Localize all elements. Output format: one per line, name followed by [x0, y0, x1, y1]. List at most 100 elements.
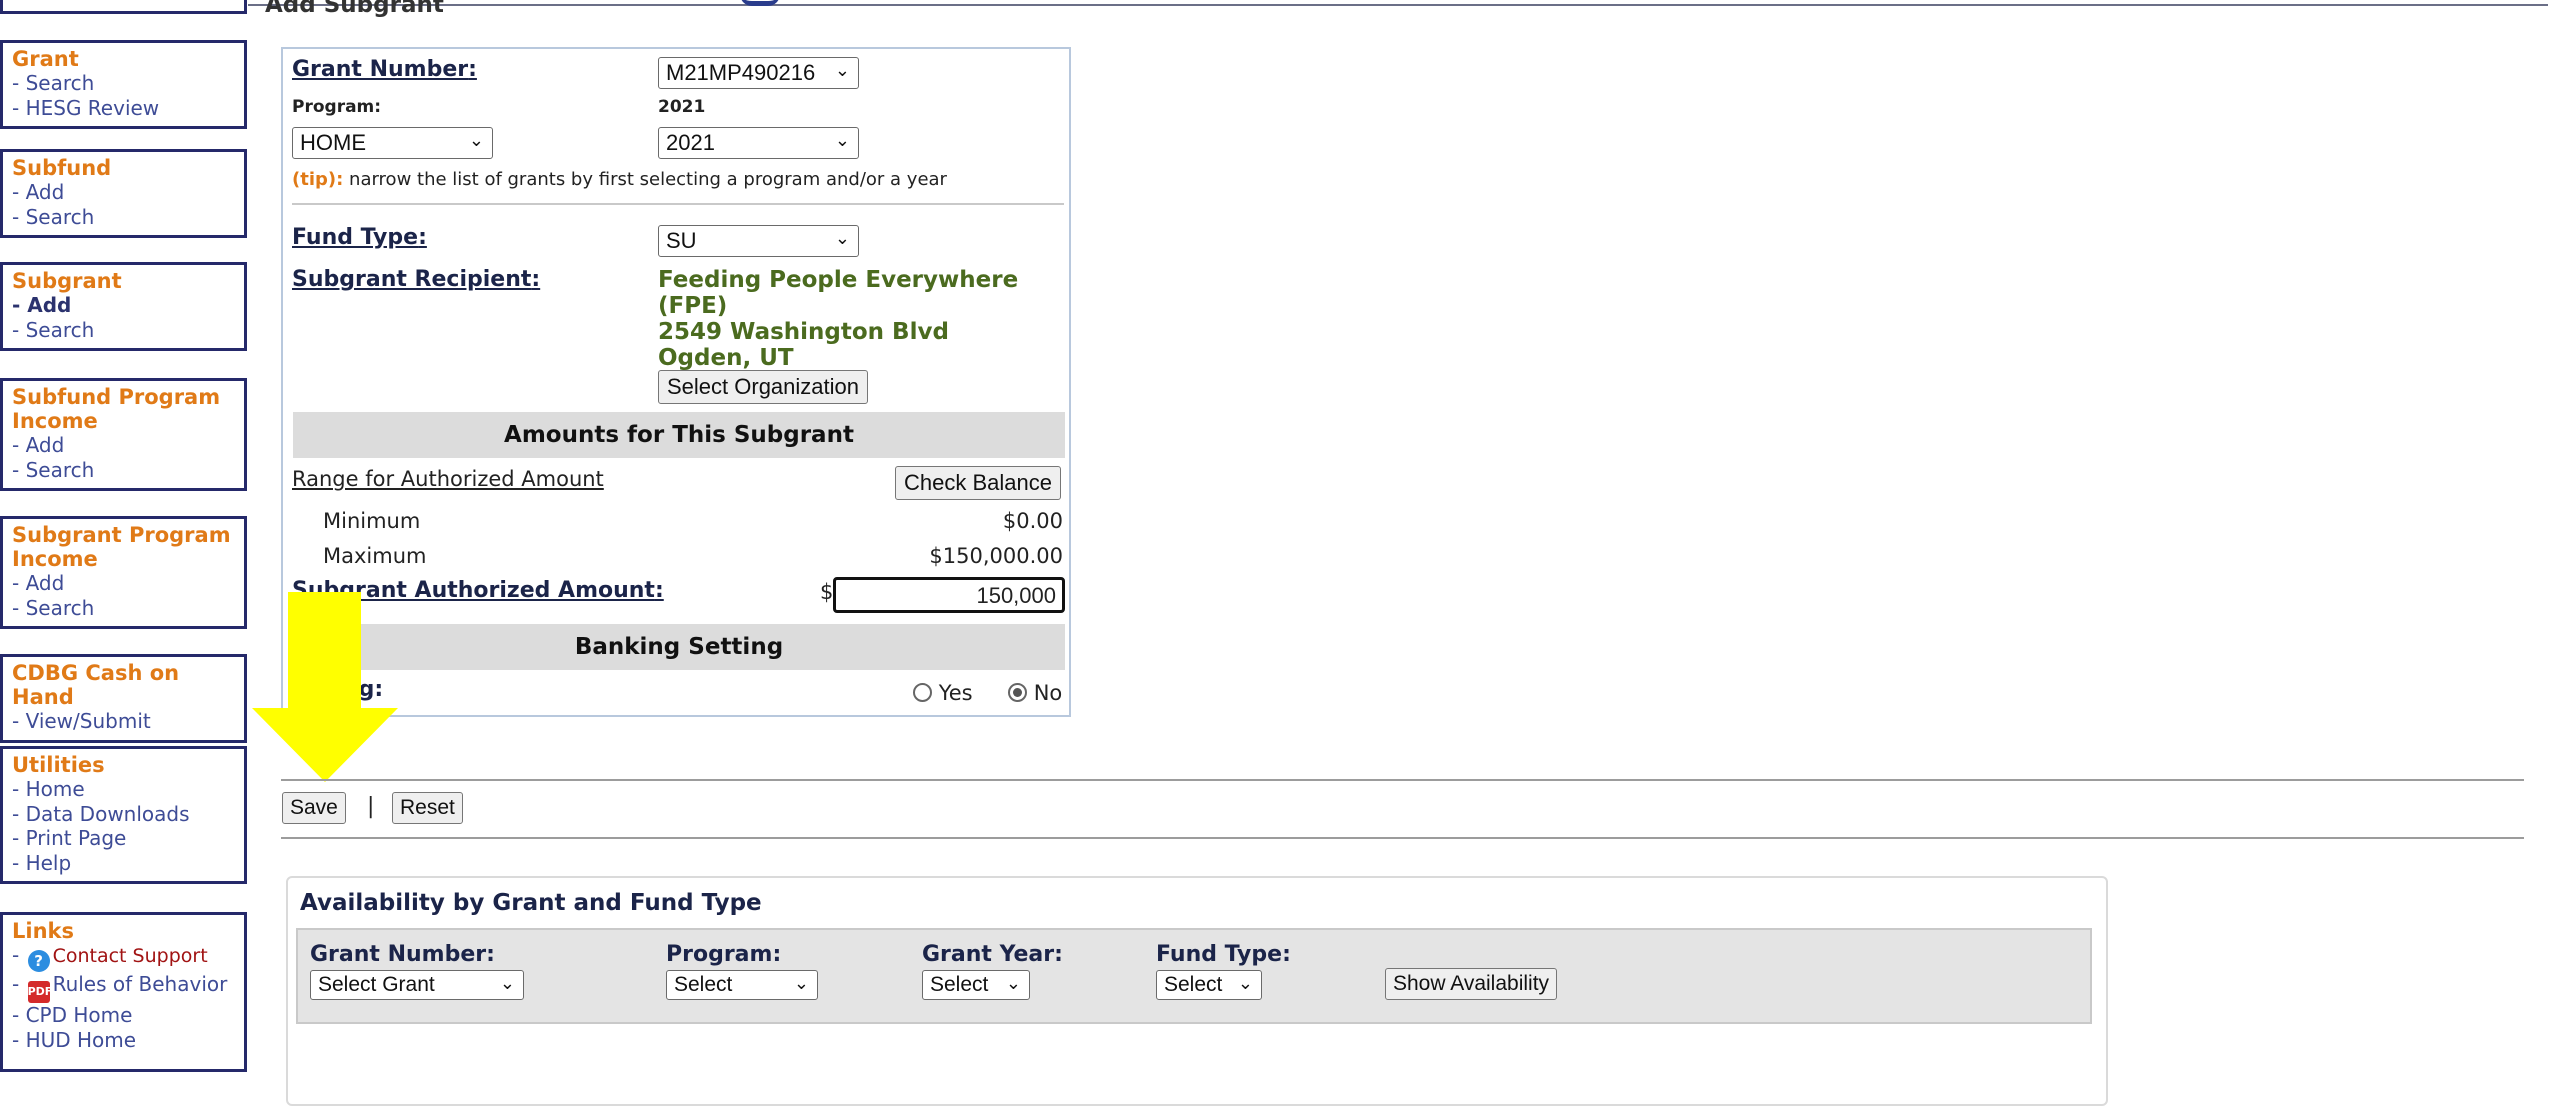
banking-no-option[interactable]: No [1008, 681, 1062, 705]
grant-year-select[interactable]: 2021 ⌄ [658, 127, 859, 159]
availability-panel: Availability by Grant and Fund Type Gran… [286, 876, 2108, 1106]
select-organization-button[interactable]: Select Organization [658, 370, 868, 404]
sidebar-section-cdbg-cash: CDBG Cash on Hand - View/Submit [0, 654, 247, 743]
recipient-city: Ogden, UT [658, 345, 794, 371]
sidebar-heading: Utilities [12, 753, 105, 777]
banking-yes-option[interactable]: Yes [913, 681, 973, 705]
sidebar-section-subfund-program-income: Subfund Program Income - Add - Search [0, 378, 247, 491]
avail-grant-number-label: Grant Number: [310, 942, 495, 967]
program-value: HOME [300, 130, 366, 155]
radio-yes[interactable] [913, 683, 932, 702]
maximum-value: $150,000.00 [929, 544, 1063, 568]
avail-fund-type-value: Select [1164, 973, 1223, 996]
avail-program-label: Program: [666, 942, 782, 967]
fund-type-label: Fund Type: [292, 225, 427, 250]
top-rule [248, 4, 2548, 6]
fund-type-select[interactable]: SU ⌄ [658, 225, 859, 257]
sidebar-link-print-page[interactable]: - Print Page [12, 826, 236, 851]
show-availability-button[interactable]: Show Availability [1385, 968, 1558, 1000]
check-balance-button[interactable]: Check Balance [895, 466, 1061, 500]
authorized-amount-input[interactable]: 150,000 [833, 577, 1065, 613]
sidebar-link-home[interactable]: - Home [12, 777, 236, 802]
avail-fund-type-select[interactable]: Select ⌄ [1156, 970, 1262, 1000]
avail-program-value: Select [674, 973, 733, 996]
sidebar-section-utilities: Utilities - Home - Data Downloads - Prin… [0, 746, 247, 884]
chevron-down-icon: ⌄ [499, 973, 515, 993]
avail-program-select[interactable]: Select ⌄ [666, 970, 818, 1000]
sidebar-heading: Grant [12, 47, 79, 71]
page-title: Add Subgrant [265, 0, 444, 18]
sidebar-link-hesg-review[interactable]: - HESG Review [12, 96, 236, 121]
sidebar-link-subgrant-add[interactable]: - Add [12, 293, 236, 318]
chevron-down-icon: ⌄ [834, 130, 850, 150]
sidebar-section-subfund: Subfund - Add - Search [0, 149, 247, 238]
action-top-rule [281, 779, 2524, 781]
chevron-down-icon: ⌄ [834, 228, 850, 248]
sidebar-link-grant-search[interactable]: - Search [12, 71, 236, 96]
program-label: Program: [292, 97, 382, 117]
reset-button[interactable]: Reset [392, 792, 463, 824]
save-button[interactable]: Save [282, 792, 346, 824]
maximum-label: Maximum [323, 544, 427, 568]
fund-type-value: SU [666, 228, 697, 253]
banking-header: Banking Setting [293, 624, 1065, 670]
tip-prefix: (tip): [292, 169, 344, 190]
grant-year-value: 2021 [666, 130, 715, 155]
sidebar-link-data-downloads[interactable]: - Data Downloads [12, 802, 236, 827]
sidebar-link-contact-support[interactable]: - ? Contact Support [12, 943, 236, 972]
sidebar-link-rules-of-behavior[interactable]: - PDFRules of Behavior [12, 972, 236, 1003]
chevron-down-icon: ⌄ [834, 60, 850, 80]
sidebar-link-sgpi-add[interactable]: - Add [12, 571, 236, 596]
sidebar-link-spi-add[interactable]: - Add [12, 433, 236, 458]
sidebar-heading: Subfund [12, 156, 112, 180]
help-icon: ? [27, 950, 50, 972]
avail-grant-year-label: Grant Year: [922, 942, 1063, 967]
sidebar-heading: Subgrant Program Income [12, 523, 231, 571]
avail-fund-type-label: Fund Type: [1156, 942, 1291, 967]
sidebar-link-hud-home[interactable]: - HUD Home [12, 1028, 236, 1053]
program-select[interactable]: HOME ⌄ [292, 127, 493, 159]
sidebar-section-subgrant: Subgrant - Add - Search [0, 262, 247, 351]
yes-label: Yes [938, 681, 973, 705]
sidebar-section-grant: Grant - Search - HESG Review [0, 40, 247, 129]
avail-grant-number-value: Select Grant [318, 973, 435, 996]
recipient-name: Feeding People Everywhere (FPE) [658, 267, 1019, 319]
action-separator: | [367, 794, 375, 819]
sidebar-link-subfund-add[interactable]: - Add [12, 180, 236, 205]
avail-grant-year-value: Select [930, 973, 989, 996]
grant-number-label-text: Grant Number [292, 57, 469, 82]
sidebar-link-subfund-search[interactable]: - Search [12, 205, 236, 230]
grant-number-label: Grant Number: [292, 57, 477, 82]
sidebar-heading: Subfund Program Income [12, 385, 221, 433]
radio-no[interactable] [1008, 683, 1027, 702]
sidebar-heading: CDBG Cash on Hand [12, 661, 180, 709]
grant-number-select[interactable]: M21MP490216 ⌄ [658, 57, 859, 89]
contact-support-label: Contact Support [52, 945, 208, 967]
sidebar-link-subgrant-search[interactable]: - Search [12, 318, 236, 343]
minimum-label: Minimum [323, 509, 421, 533]
chevron-down-icon: ⌄ [1005, 973, 1021, 993]
pdf-icon: PDF [27, 981, 52, 1003]
sidebar-link-sgpi-search[interactable]: - Search [12, 596, 236, 621]
recipient-address: 2549 Washington Blvd [658, 319, 949, 345]
grant-year-label: 2021 [658, 97, 706, 117]
sidebar-heading: Links [12, 919, 74, 943]
tip-text: (tip): narrow the list of grants by firs… [292, 169, 947, 190]
sidebar-heading: Subgrant [12, 269, 122, 293]
sidebar-link-cpd-home[interactable]: - CPD Home [12, 1003, 236, 1028]
sidebar-link-view-submit[interactable]: - View/Submit [12, 709, 236, 734]
recipient-label-text: Subgrant Recipient [292, 267, 532, 292]
recipient-info: Feeding People Everywhere (FPE) 2549 Was… [658, 267, 1069, 371]
form-divider [292, 203, 1064, 205]
avail-grant-year-select[interactable]: Select ⌄ [922, 970, 1030, 1000]
sidebar-link-spi-search[interactable]: - Search [12, 458, 236, 483]
sidebar-section-links: Links - ? Contact Support - PDFRules of B… [0, 912, 247, 1072]
link-dash: - [12, 972, 26, 996]
subgrant-recipient-label: Subgrant Recipient: [292, 267, 541, 292]
avail-grant-number-select[interactable]: Select Grant ⌄ [310, 970, 524, 1000]
amounts-header: Amounts for This Subgrant [293, 412, 1065, 458]
rules-of-behavior-label: Rules of Behavior [52, 972, 228, 996]
sidebar-link-help[interactable]: - Help [12, 851, 236, 876]
range-label: Range for Authorized Amount [292, 467, 604, 491]
chevron-down-icon: ⌄ [793, 973, 809, 993]
